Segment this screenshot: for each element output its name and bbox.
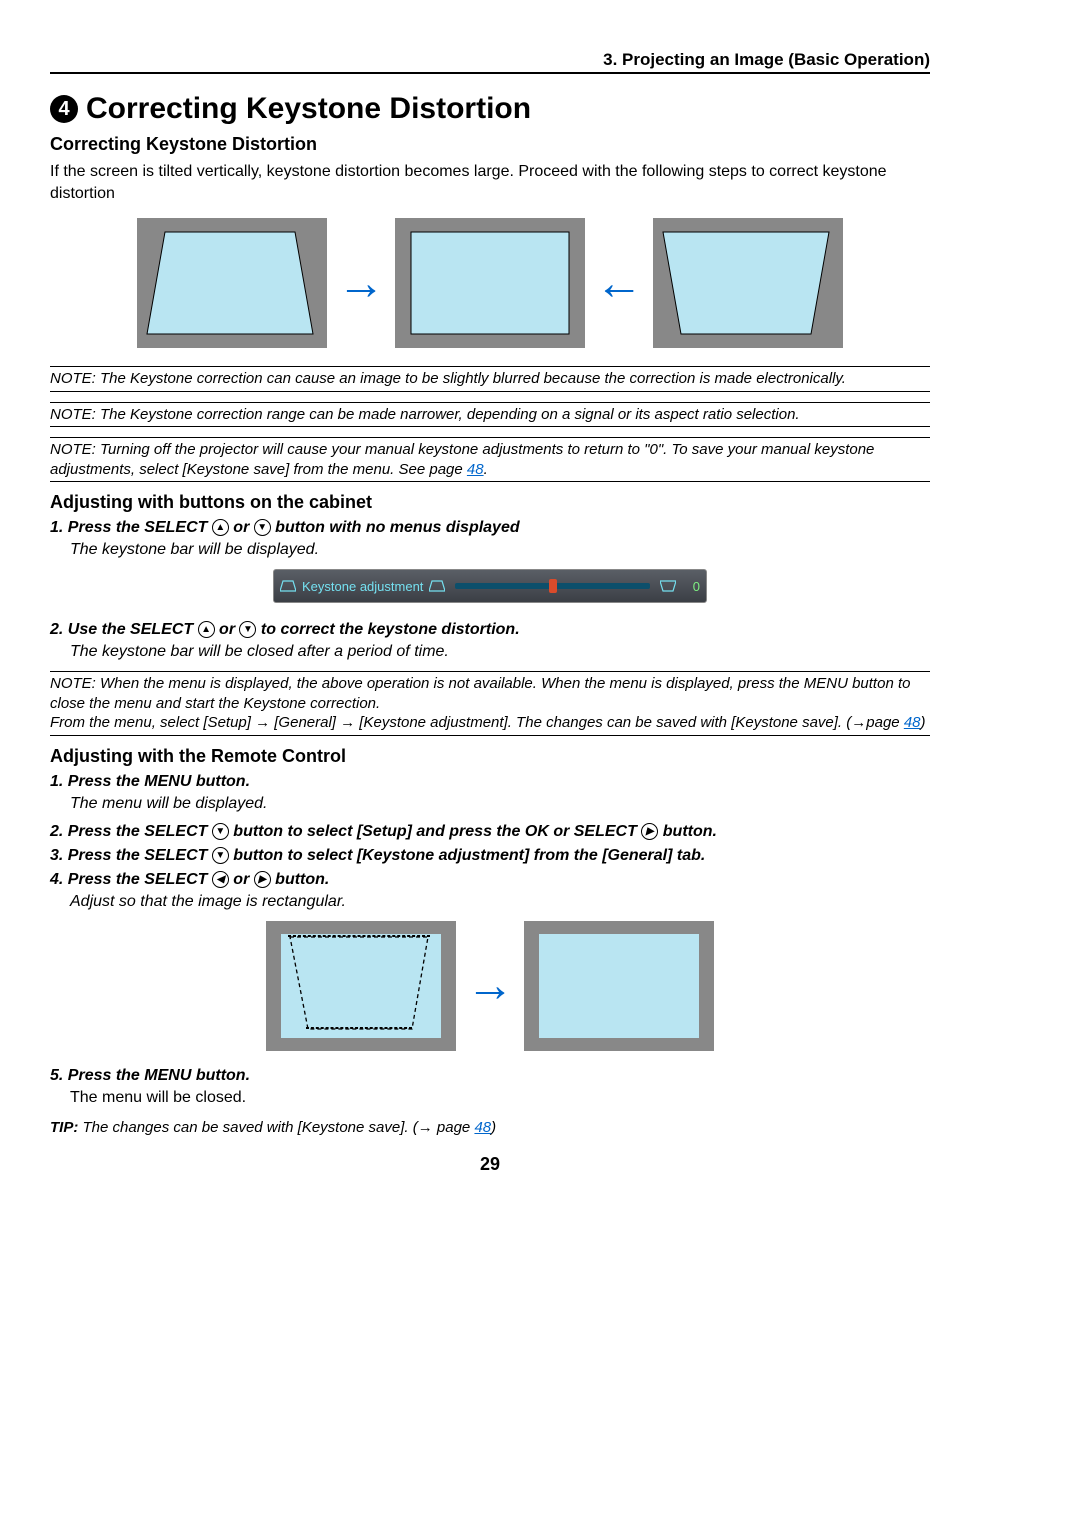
right-button-icon: ▶: [641, 823, 658, 840]
remote-step-2: 2. Press the SELECT ▼ button to select […: [50, 823, 930, 841]
page-link-48c[interactable]: 48: [474, 1119, 491, 1136]
osd-slider-thumb[interactable]: [549, 579, 557, 593]
note-2: NOTE: The Keystone correction range can …: [50, 402, 930, 428]
section-title: Correcting Keystone Distortion: [86, 92, 531, 126]
down-button-icon-2: ▼: [239, 621, 256, 638]
remote-step-1: 1. Press the MENU button.: [50, 773, 930, 791]
remote-step-4-text: Adjust so that the image is rectangular.: [70, 893, 930, 911]
note-1: NOTE: The Keystone correction can cause …: [50, 366, 930, 392]
diagram-frame-left: [137, 218, 327, 348]
cabinet-step-2-text: The keystone bar will be closed after a …: [70, 643, 930, 661]
remote-step-1-text: The menu will be displayed.: [70, 795, 930, 813]
cabinet-step-1: 1. Press the SELECT ▲ or ▼ button with n…: [50, 519, 930, 537]
keystone-wide-bottom-icon: [280, 580, 296, 592]
down-button-icon-3: ▼: [212, 823, 229, 840]
down-button-icon-4: ▼: [212, 847, 229, 864]
dashed-trapezoid-icon: [266, 921, 456, 1051]
keystone-wide-bottom2-icon: [429, 580, 445, 592]
remote-step-5-text: The menu will be closed.: [70, 1089, 930, 1107]
rect-correction-diagram: →: [50, 921, 930, 1051]
osd-label: Keystone adjustment: [302, 579, 423, 594]
rect-frame-after: [524, 921, 714, 1051]
osd-value: 0: [682, 579, 700, 594]
right-button-icon-2: ▶: [254, 871, 271, 888]
diagram-frame-center: [395, 218, 585, 348]
page-link-48a[interactable]: 48: [467, 461, 484, 478]
rectangle-center-icon: [395, 218, 585, 348]
arrow-right-icon: →: [337, 256, 385, 311]
subsection-title-1: Correcting Keystone Distortion: [50, 134, 930, 155]
intro-text: If the screen is tilted vertically, keys…: [50, 161, 930, 204]
osd-slider[interactable]: [455, 583, 650, 589]
remote-title: Adjusting with the Remote Control: [50, 746, 930, 767]
cabinet-step-1-text: The keystone bar will be displayed.: [70, 541, 930, 559]
remote-step-5: 5. Press the MENU button.: [50, 1067, 930, 1085]
rect-frame-before: [266, 921, 456, 1051]
trapezoid-right-icon: [653, 218, 843, 348]
cabinet-step-2: 2. Use the SELECT ▲ or ▼ to correct the …: [50, 621, 930, 639]
left-button-icon: ◀: [212, 871, 229, 888]
keystone-osd-bar: Keystone adjustment 0: [273, 569, 707, 603]
section-title-row: 4 Correcting Keystone Distortion: [50, 92, 930, 126]
tip-label: TIP:: [50, 1119, 78, 1136]
up-button-icon-2: ▲: [198, 621, 215, 638]
tip-line: TIP: The changes can be saved with [Keys…: [50, 1119, 930, 1136]
remote-step-3: 3. Press the SELECT ▼ button to select […: [50, 847, 930, 865]
breadcrumb: 3. Projecting an Image (Basic Operation): [50, 50, 930, 74]
diagram-frame-right: [653, 218, 843, 348]
up-button-icon: ▲: [212, 519, 229, 536]
arrow-left-icon: ←: [595, 256, 643, 311]
note-4: NOTE: When the menu is displayed, the ab…: [50, 671, 930, 736]
inner-rect-after: [539, 934, 699, 1038]
keystone-diagram: → ←: [50, 218, 930, 348]
keystone-wide-top-icon: [660, 580, 676, 592]
arrow-right-icon-2: →: [466, 958, 514, 1013]
trapezoid-left-icon: [137, 218, 327, 348]
note-3: NOTE: Turning off the projector will cau…: [50, 437, 930, 482]
cabinet-title: Adjusting with buttons on the cabinet: [50, 492, 930, 513]
remote-step-4: 4. Press the SELECT ◀ or ▶ button.: [50, 871, 930, 889]
section-number-icon: 4: [50, 95, 78, 123]
page-link-48b[interactable]: 48: [904, 714, 921, 731]
down-button-icon: ▼: [254, 519, 271, 536]
page-number: 29: [50, 1154, 930, 1175]
